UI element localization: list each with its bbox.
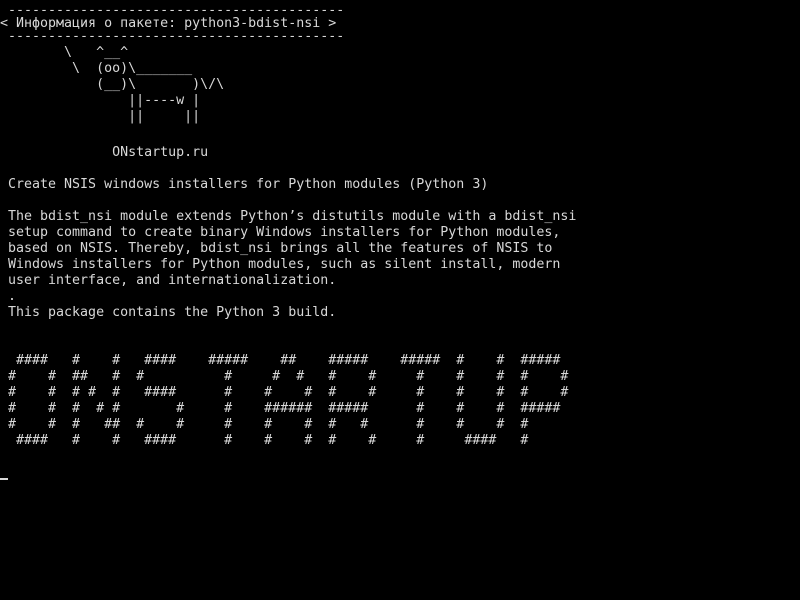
description-separator: . (0, 289, 17, 304)
terminal-screen[interactable]: ----------------------------------------… (0, 0, 800, 600)
description-line-3: based on NSIS. Thereby, bdist_nsi brings… (0, 241, 553, 256)
ascii-art-text-line-5: # # # ## # # # # # # # # # # # (0, 417, 529, 432)
description-line-4: Windows installers for Python modules, s… (0, 257, 561, 272)
ascii-art-text-line-1: #### # # #### ##### ## ##### ##### # # #… (0, 353, 561, 368)
ascii-art-text-line-3: # # # # # #### # # # # # # # # # # (0, 385, 569, 400)
cow-ascii-line-2: \ (oo)\_______ (0, 61, 193, 76)
description-line-2: setup command to create binary Windows i… (0, 225, 561, 240)
description-line-1: The bdist_nsi module extends Python’s di… (0, 209, 577, 224)
cow-ascii-line-4: ||----w | (0, 93, 201, 108)
ascii-art-text-line-4: # # # # # # # ###### ##### # # # ##### (0, 401, 561, 416)
cow-ascii-line-3: (__)\ )\/\ (0, 77, 225, 92)
cow-ascii-line-1: \ ^__^ (0, 45, 129, 60)
banner-bottom-border: ----------------------------------------… (0, 29, 345, 44)
site-name: ONstartup.ru (0, 145, 209, 160)
description-line-5: user interface, and internationalization… (0, 273, 337, 288)
build-note: This package contains the Python 3 build… (0, 305, 337, 320)
cow-ascii-line-5: || || (0, 109, 201, 124)
package-summary: Create NSIS windows installers for Pytho… (0, 177, 489, 192)
ascii-art-text-line-2: # # ## # # # # # # # # # # # # (0, 369, 569, 384)
text-cursor (0, 478, 8, 480)
ascii-art-text-line-6: #### # # #### # # # # # # #### # (0, 433, 529, 448)
